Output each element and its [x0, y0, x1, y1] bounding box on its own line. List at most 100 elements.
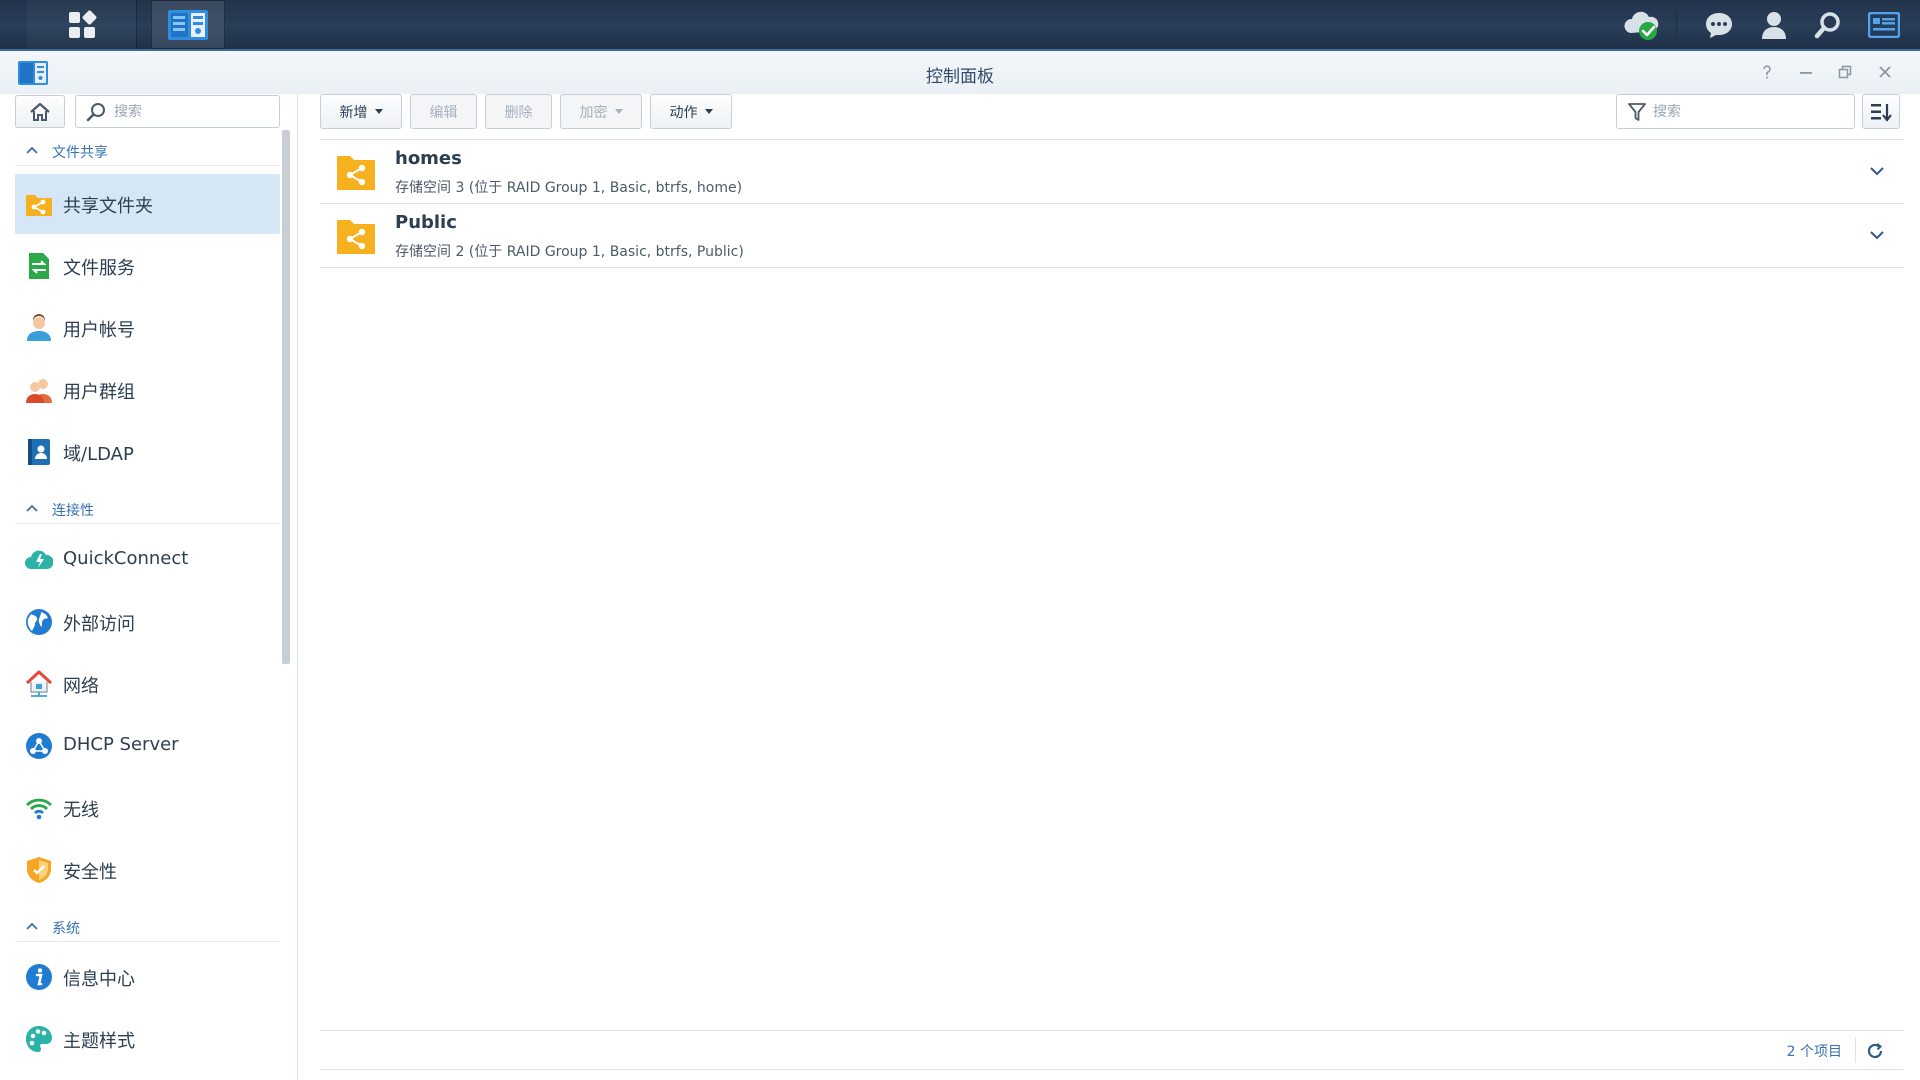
sidebar-item-security[interactable]: 安全性 [15, 840, 280, 900]
sidebar-search [75, 95, 280, 128]
action-button[interactable]: 动作 [650, 94, 732, 129]
list-footer: 2 个项目 [320, 1030, 1904, 1070]
sidebar-item-label: 主题样式 [63, 1031, 135, 1052]
wireless-icon [26, 798, 52, 820]
cloud-check-icon [1624, 11, 1659, 40]
table-row[interactable]: Public 存储空间 2 (位于 RAID Group 1, Basic, b… [320, 204, 1904, 268]
group-system[interactable]: 系统 [15, 912, 280, 942]
group-file-sharing[interactable]: 文件共享 [15, 136, 280, 166]
sort-button[interactable] [1862, 94, 1900, 129]
home-icon [30, 102, 50, 121]
taskbar-control-panel-button[interactable] [151, 0, 225, 49]
delete-button-label: 删除 [504, 104, 533, 121]
filter-search-input[interactable] [1653, 102, 1843, 122]
sidebar-scrollbar[interactable] [282, 130, 290, 664]
chevron-down-icon[interactable] [1868, 226, 1886, 244]
sidebar-item-label: 网络 [63, 676, 99, 697]
folder-description: 存储空间 3 (位于 RAID Group 1, Basic, btrfs, h… [395, 180, 743, 196]
help-button[interactable] [1756, 61, 1778, 83]
sidebar-item-theme[interactable]: 主题样式 [15, 1009, 280, 1069]
chevron-down-icon[interactable] [1868, 162, 1886, 180]
sidebar-item-label: 用户帐号 [63, 320, 135, 341]
search-icon [86, 103, 105, 122]
table-row[interactable]: homes 存储空间 3 (位于 RAID Group 1, Basic, bt… [320, 140, 1904, 204]
filter-icon [1628, 103, 1646, 121]
edit-button[interactable]: 编辑 [410, 94, 477, 129]
group-label: 文件共享 [52, 145, 108, 161]
main-menu-button[interactable] [27, 0, 137, 49]
sidebar-item-label: 无线 [63, 800, 99, 821]
sidebar-item-file-services[interactable]: 文件服务 [15, 236, 280, 296]
sidebar-item-wireless[interactable]: 无线 [15, 778, 280, 838]
create-button[interactable]: 新增 [320, 94, 402, 129]
sidebar-item-network[interactable]: 网络 [15, 654, 280, 714]
minimize-button[interactable] [1795, 61, 1817, 83]
user-menu-button[interactable] [1752, 0, 1796, 49]
toolbar: 新增 编辑 删除 加密 动作 [320, 94, 1900, 134]
encrypt-button[interactable]: 加密 [560, 94, 642, 129]
sidebar-item-label: 用户群组 [63, 382, 135, 403]
footer-separator [1855, 1037, 1856, 1063]
sidebar-item-label: DHCP Server [63, 734, 179, 755]
domain-ldap-icon [28, 439, 50, 465]
file-services-icon [29, 253, 49, 279]
shared-folder-icon [337, 220, 375, 254]
folder-name: homes [395, 148, 462, 169]
taskbar-separator [1676, 10, 1677, 40]
sidebar-item-domain-ldap[interactable]: 域/LDAP [15, 422, 280, 482]
cloud-status-button[interactable] [1620, 0, 1664, 49]
sidebar-item-user-group[interactable]: 用户群组 [15, 360, 280, 420]
group-label: 连接性 [52, 503, 94, 519]
quickconnect-icon [25, 550, 53, 569]
sidebar-item-label: 信息中心 [63, 969, 135, 990]
search-button[interactable] [1806, 0, 1850, 49]
help-icon [1763, 65, 1771, 79]
sidebar-item-label: 域/LDAP [63, 444, 134, 465]
restore-icon [1838, 65, 1852, 79]
search-icon [1814, 11, 1840, 38]
folder-description: 存储空间 2 (位于 RAID Group 1, Basic, btrfs, P… [395, 244, 744, 260]
sidebar-item-info-center[interactable]: 信息中心 [15, 947, 280, 1007]
widgets-icon [1868, 11, 1900, 38]
sidebar-search-input[interactable] [114, 102, 274, 122]
user-account-icon [27, 314, 51, 341]
sidebar-item-label: QuickConnect [63, 548, 189, 569]
widgets-button[interactable] [1862, 0, 1906, 49]
window-title: 控制面板 [926, 67, 994, 87]
sidebar-item-dhcp-server[interactable]: DHCP Server [15, 716, 280, 776]
chat-bubble-icon [1706, 12, 1732, 38]
dhcp-server-icon [26, 733, 52, 759]
item-count: 2 个项目 [1786, 1044, 1842, 1060]
user-group-icon [26, 379, 52, 403]
chevron-up-icon [26, 922, 38, 930]
sidebar-item-label: 共享文件夹 [63, 196, 153, 217]
network-icon [25, 670, 53, 697]
close-button[interactable] [1874, 61, 1896, 83]
restore-button[interactable] [1834, 61, 1856, 83]
external-access-icon [26, 609, 52, 635]
minimize-icon [1800, 72, 1812, 74]
create-button-label: 新增 [339, 104, 368, 121]
folder-name: Public [395, 212, 457, 233]
taskbar [0, 0, 1920, 51]
sidebar-item-label: 文件服务 [63, 258, 135, 279]
sidebar-item-quickconnect[interactable]: QuickConnect [15, 530, 280, 590]
notifications-button[interactable] [1697, 0, 1741, 49]
caret-down-icon [374, 109, 383, 114]
edit-button-label: 编辑 [429, 104, 458, 121]
close-icon [1879, 66, 1891, 78]
caret-down-icon [614, 109, 623, 114]
filter-search [1616, 94, 1855, 129]
chevron-up-icon [26, 146, 38, 154]
sidebar: 文件共享 共享文件夹 文件服务 用户帐号 用户群组 [0, 94, 298, 1080]
shared-folder-list: homes 存储空间 3 (位于 RAID Group 1, Basic, bt… [320, 139, 1904, 268]
group-connectivity[interactable]: 连接性 [15, 494, 280, 524]
sidebar-item-user-account[interactable]: 用户帐号 [15, 298, 280, 358]
delete-button[interactable]: 删除 [485, 94, 552, 129]
chevron-up-icon [26, 504, 38, 512]
home-button[interactable] [15, 95, 65, 128]
refresh-button[interactable] [1864, 1040, 1886, 1062]
sidebar-item-shared-folder[interactable]: 共享文件夹 [15, 174, 280, 234]
action-button-label: 动作 [669, 104, 698, 121]
sidebar-item-external-access[interactable]: 外部访问 [15, 592, 280, 652]
